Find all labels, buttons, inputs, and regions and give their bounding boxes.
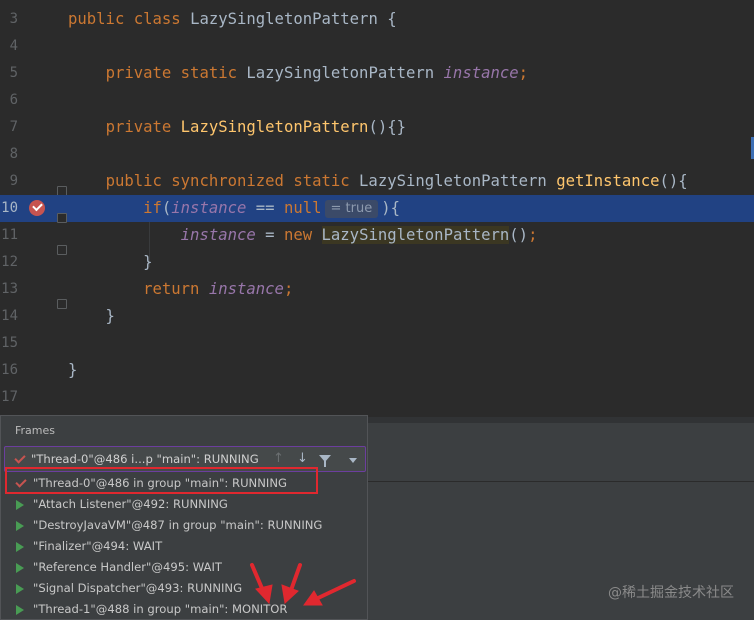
code-text: private static LazySingletonPattern inst… [105, 64, 529, 82]
code-text: instance = new LazySingletonPattern(); [180, 226, 538, 244]
check-icon [14, 452, 26, 464]
code-line[interactable]: 15 [0, 330, 754, 357]
play-icon [16, 605, 24, 615]
line-number[interactable]: 17 [0, 384, 18, 411]
thread-label: "Signal Dispatcher"@493: RUNNING [33, 581, 243, 595]
play-icon [16, 584, 24, 594]
play-icon [16, 521, 24, 531]
line-number[interactable]: 7 [0, 114, 18, 141]
arrow-up-icon[interactable]: ↑ [273, 451, 284, 467]
play-icon [16, 563, 24, 573]
line-number[interactable]: 9 [0, 168, 18, 195]
code-text: } [68, 361, 78, 379]
code-line[interactable]: 3 public class LazySingletonPattern { [0, 6, 754, 33]
play-icon [16, 542, 24, 552]
filter-icon[interactable] [319, 455, 331, 467]
line-number[interactable]: 3 [0, 6, 18, 33]
fold-icon[interactable] [57, 245, 67, 255]
code-line[interactable]: 17 [0, 384, 754, 411]
code-text: public class LazySingletonPattern { [68, 10, 397, 28]
fold-icon[interactable] [57, 299, 67, 309]
code-text: private LazySingletonPattern(){} [105, 118, 406, 136]
line-number[interactable]: 8 [0, 141, 18, 168]
arrow-down-icon[interactable]: ↓ [297, 451, 308, 467]
line-number[interactable]: 15 [0, 330, 18, 357]
annotation-arrow-1-head [255, 584, 273, 605]
line-number[interactable]: 16 [0, 357, 18, 384]
line-number[interactable]: 5 [0, 60, 18, 87]
thread-list-item[interactable]: "Attach Listener"@492: RUNNING [2, 494, 366, 515]
annotation-arrow-2-head [281, 584, 299, 604]
annotation-arrow-3 [314, 579, 356, 601]
code-text: } [68, 307, 115, 325]
thread-list-item[interactable]: "Finalizer"@494: WAIT [2, 536, 366, 557]
annotation-highlight-box [5, 467, 318, 494]
code-text: public synchronized static LazySingleton… [105, 172, 688, 190]
thread-label: "Finalizer"@494: WAIT [33, 539, 163, 553]
code-line[interactable]: 9 public synchronized static LazySinglet… [0, 168, 754, 196]
code-line[interactable]: 11 instance = new LazySingletonPattern()… [0, 222, 754, 249]
line-number[interactable]: 4 [0, 33, 18, 60]
line-number[interactable]: 6 [0, 87, 18, 114]
watermark: @稀土掘金技术社区 [608, 585, 734, 601]
thread-label: "Attach Listener"@492: RUNNING [33, 497, 228, 511]
code-line[interactable]: 10 if(instance == null = true){ [0, 195, 754, 223]
chevron-down-icon[interactable] [349, 458, 357, 463]
breakpoint-icon[interactable] [29, 200, 45, 216]
code-text: return instance; [143, 280, 294, 298]
line-number[interactable]: 10 [0, 195, 18, 222]
code-line[interactable]: 6 [0, 87, 754, 114]
frames-title: Frames [15, 424, 56, 437]
code-text: if(instance == null = true){ [143, 199, 401, 218]
code-line[interactable]: 5 private static LazySingletonPattern in… [0, 60, 754, 87]
play-icon [16, 500, 24, 510]
code-line[interactable]: 4 [0, 33, 754, 60]
code-editor[interactable]: 3 public class LazySingletonPattern { 4 5 p… [0, 0, 754, 417]
line-number[interactable]: 12 [0, 249, 18, 276]
line-number[interactable]: 14 [0, 303, 18, 330]
thread-label: "DestroyJavaVM"@487 in group "main": RUN… [33, 518, 323, 532]
thread-list-item[interactable]: "DestroyJavaVM"@487 in group "main": RUN… [2, 515, 366, 536]
code-line[interactable]: 14 } [0, 299, 754, 330]
line-number[interactable]: 13 [0, 276, 18, 303]
code-line[interactable]: 12 } [0, 245, 754, 276]
line-number[interactable]: 11 [0, 222, 18, 249]
code-line[interactable]: 13 return instance; [0, 276, 754, 303]
annotation-arrows [250, 563, 356, 606]
code-line[interactable]: 16} [0, 357, 754, 384]
code-line[interactable]: 7 private LazySingletonPattern(){} [0, 114, 754, 141]
code-line[interactable]: 8 [0, 141, 754, 168]
code-text: } [68, 253, 153, 271]
thread-label: "Reference Handler"@495: WAIT [33, 560, 222, 574]
